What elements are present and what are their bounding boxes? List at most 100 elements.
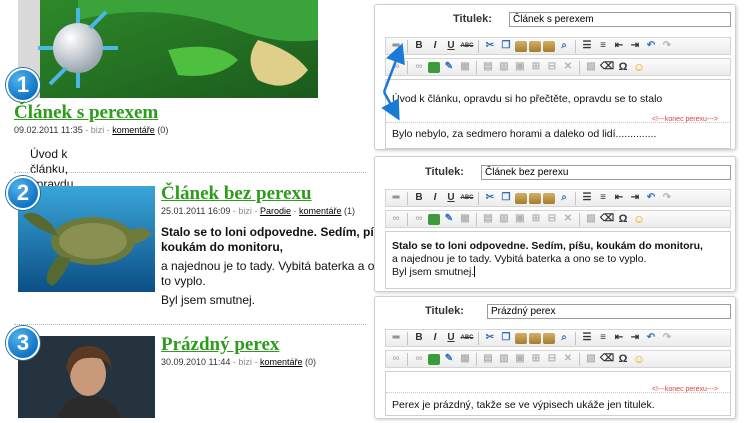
redo-icon[interactable]: ↷ [660,191,674,205]
redo-icon[interactable]: ↷ [660,39,674,53]
row-icon[interactable]: ▤ [481,60,495,74]
edit-icon[interactable]: ✎ [442,60,456,74]
hr-icon[interactable]: ═ [389,39,403,53]
table-icon[interactable]: ▦ [458,60,472,74]
article-2-thumbnail[interactable] [18,186,155,292]
unordered-list-icon[interactable]: ☰ [580,331,594,345]
underline-icon[interactable]: U [444,39,458,53]
article-3-title[interactable]: Prázdný perex [161,334,279,356]
italic-icon[interactable]: I [428,331,442,345]
category-link[interactable]: Parodie [260,206,291,216]
find-icon[interactable]: ⌕ [557,191,571,205]
paste-word-icon[interactable] [543,192,555,204]
table-icon[interactable]: ▦ [458,352,472,366]
cut-icon[interactable]: ✂ [483,331,497,345]
clean-icon[interactable]: ⌫ [600,212,614,226]
link-icon[interactable]: ∞ [389,212,403,226]
title-input[interactable]: Prázdný perex [487,304,731,319]
paste-text-icon[interactable] [529,40,541,52]
paste-word-icon[interactable] [543,332,555,344]
article-2-title[interactable]: Článek bez perexu [161,183,312,205]
edit-icon[interactable]: ✎ [442,212,456,226]
comments-link[interactable]: komentáře [299,206,342,216]
omega-icon[interactable]: Ω [616,352,630,366]
article-1-title[interactable]: Článek s perexem [14,102,158,124]
copy-icon[interactable]: ❐ [499,191,513,205]
image-icon[interactable] [428,213,440,225]
paste-text-icon[interactable] [529,332,541,344]
clean-icon[interactable]: ⌫ [600,60,614,74]
table-icon[interactable]: ▦ [458,212,472,226]
indent-icon[interactable]: ⇥ [628,331,642,345]
paste-word-icon[interactable] [543,40,555,52]
smiley-icon[interactable]: ☺ [632,60,646,74]
split-icon[interactable]: ⊟ [545,352,559,366]
find-icon[interactable]: ⌕ [557,39,571,53]
editor-content[interactable]: Úvod k článku, opravdu si ho přečtěte, o… [385,79,731,149]
unordered-list-icon[interactable]: ☰ [580,191,594,205]
unlink-icon[interactable]: ∞ [412,352,426,366]
undo-icon[interactable]: ↶ [644,191,658,205]
media-icon[interactable]: ▧ [584,212,598,226]
paste-text-icon[interactable] [529,192,541,204]
copy-icon[interactable]: ❐ [499,331,513,345]
delete-icon[interactable]: ✕ [561,212,575,226]
smiley-icon[interactable]: ☺ [632,212,646,226]
cell-icon[interactable]: ▣ [513,60,527,74]
col-icon[interactable]: ▥ [497,212,511,226]
clean-icon[interactable]: ⌫ [600,352,614,366]
undo-icon[interactable]: ↶ [644,39,658,53]
omega-icon[interactable]: Ω [616,60,630,74]
underline-icon[interactable]: U [444,331,458,345]
row-icon[interactable]: ▤ [481,352,495,366]
smiley-icon[interactable]: ☺ [632,352,646,366]
ordered-list-icon[interactable]: ≡ [596,39,610,53]
unordered-list-icon[interactable]: ☰ [580,39,594,53]
editor-content[interactable]: <!---konec perexu---> Perex je prázdný, … [385,371,731,416]
outdent-icon[interactable]: ⇤ [612,39,626,53]
bold-icon[interactable]: B [412,39,426,53]
col-icon[interactable]: ▥ [497,352,511,366]
paste-icon[interactable] [515,332,527,344]
ordered-list-icon[interactable]: ≡ [596,191,610,205]
strike-icon[interactable]: ABC [460,191,474,205]
image-icon[interactable] [428,61,440,73]
editor-content[interactable]: Stalo se to loni odpovedne. Sedím, píšu,… [385,231,731,289]
outdent-icon[interactable]: ⇤ [612,191,626,205]
cell-icon[interactable]: ▣ [513,352,527,366]
outdent-icon[interactable]: ⇤ [612,331,626,345]
find-icon[interactable]: ⌕ [557,331,571,345]
comments-link[interactable]: komentáře [260,357,303,367]
paste-icon[interactable] [515,192,527,204]
hr-icon[interactable]: ═ [389,191,403,205]
delete-icon[interactable]: ✕ [561,352,575,366]
cell-icon[interactable]: ▣ [513,212,527,226]
ordered-list-icon[interactable]: ≡ [596,331,610,345]
bold-icon[interactable]: B [412,331,426,345]
unlink-icon[interactable]: ∞ [412,60,426,74]
undo-icon[interactable]: ↶ [644,331,658,345]
split-icon[interactable]: ⊟ [545,60,559,74]
media-icon[interactable]: ▧ [584,352,598,366]
redo-icon[interactable]: ↷ [660,331,674,345]
strike-icon[interactable]: ABC [460,39,474,53]
link-icon[interactable]: ∞ [389,60,403,74]
image-icon[interactable] [428,353,440,365]
delete-icon[interactable]: ✕ [561,60,575,74]
col-icon[interactable]: ▥ [497,60,511,74]
indent-icon[interactable]: ⇥ [628,39,642,53]
strike-icon[interactable]: ABC [460,331,474,345]
indent-icon[interactable]: ⇥ [628,191,642,205]
bold-icon[interactable]: B [412,191,426,205]
link-icon[interactable]: ∞ [389,352,403,366]
hr-icon[interactable]: ═ [389,331,403,345]
copy-icon[interactable]: ❐ [499,39,513,53]
comments-link[interactable]: komentáře [112,125,155,135]
edit-icon[interactable]: ✎ [442,352,456,366]
merge-icon[interactable]: ⊞ [529,352,543,366]
italic-icon[interactable]: I [428,39,442,53]
title-input[interactable]: Článek s perexem [509,12,731,27]
split-icon[interactable]: ⊟ [545,212,559,226]
unlink-icon[interactable]: ∞ [412,212,426,226]
media-icon[interactable]: ▧ [584,60,598,74]
